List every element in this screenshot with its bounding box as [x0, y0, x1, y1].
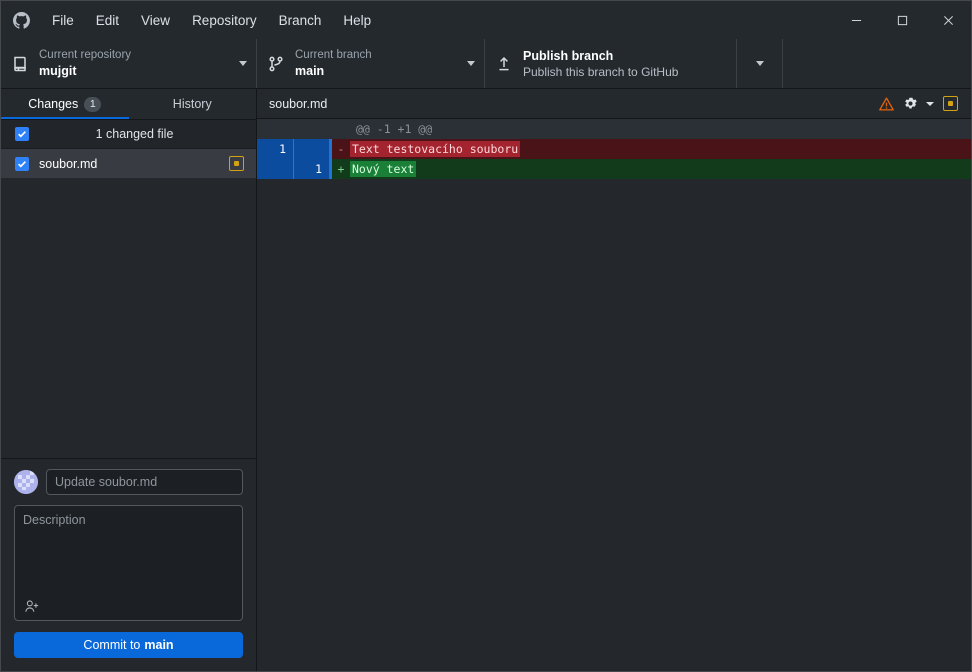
diff-modified-status-icon[interactable]	[939, 93, 961, 115]
commit-button-branch: main	[144, 638, 174, 652]
title-bar: File Edit View Repository Branch Help	[1, 1, 971, 39]
diff-new-line-number: 1	[293, 159, 329, 179]
tab-history[interactable]: History	[128, 89, 256, 120]
diff-line-sign: -	[337, 142, 345, 156]
close-button[interactable]	[925, 1, 971, 39]
diff-deleted-text: Text testovacího souboru	[350, 141, 521, 157]
git-branch-icon	[257, 56, 295, 72]
current-branch-value: main	[295, 64, 325, 78]
github-desktop-window: File Edit View Repository Branch Help Cu…	[0, 0, 972, 672]
maximize-button[interactable]	[879, 1, 925, 39]
commit-area: Commit to main	[1, 458, 256, 671]
diff-settings-chevron-down-icon[interactable]	[923, 101, 937, 106]
diff-line-content: Nový text	[350, 159, 971, 179]
menu-bar: File Edit View Repository Branch Help	[41, 1, 382, 39]
upload-icon	[485, 56, 523, 72]
repo-icon	[1, 56, 39, 72]
current-repository-label: Current repository	[39, 49, 132, 61]
changed-files-header: 1 changed file	[1, 120, 256, 149]
publish-branch-button[interactable]: Publish branch Publish this branch to Gi…	[485, 39, 737, 88]
current-repository-button[interactable]: Current repository mujgit	[1, 39, 257, 88]
diff-old-line-number	[257, 119, 293, 139]
diff-addition-row[interactable]: 1 + Nový text	[257, 159, 971, 179]
warning-triangle-icon[interactable]	[875, 93, 897, 115]
file-name: soubor.md	[39, 156, 98, 171]
diff-old-line-number	[257, 159, 293, 179]
window-controls	[833, 1, 971, 39]
chevron-down-icon	[458, 61, 484, 66]
add-coauthor-icon[interactable]	[22, 597, 42, 615]
menu-help[interactable]: Help	[332, 1, 382, 39]
changed-file-list: soubor.md	[1, 149, 256, 458]
tab-changes-badge: 1	[84, 96, 102, 112]
current-branch-text: Current branch main	[295, 48, 458, 79]
menu-file[interactable]: File	[41, 1, 85, 39]
avatar	[14, 470, 38, 494]
diff-actions	[875, 93, 971, 115]
modified-status-icon	[229, 156, 244, 171]
current-branch-button[interactable]: Current branch main	[257, 39, 485, 88]
diff-hunk-label: @@ -1 +1 @@	[356, 122, 433, 136]
diff-hunk-header-row: @@ -1 +1 @@	[257, 119, 971, 139]
diff-old-line-number: 1	[257, 139, 293, 159]
diff-line-sign	[332, 119, 350, 139]
diff-added-text: Nový text	[350, 161, 417, 177]
changes-sidebar: Changes 1 History 1 changed file soubor.…	[1, 89, 257, 671]
diff-file-name: soubor.md	[269, 96, 328, 111]
main-toolbar: Current repository mujgit Current branch…	[1, 39, 971, 89]
select-all-checkbox[interactable]	[15, 127, 29, 141]
tab-changes[interactable]: Changes 1	[1, 89, 129, 120]
minimize-button[interactable]	[833, 1, 879, 39]
diff-hunk-text: @@ -1 +1 @@	[350, 119, 971, 139]
current-repository-text: Current repository mujgit	[39, 48, 230, 79]
chevron-down-icon	[230, 61, 256, 66]
diff-line-content: Text testovacího souboru	[350, 139, 971, 159]
commit-description-wrapper	[14, 505, 243, 621]
tab-changes-label: Changes	[28, 97, 79, 111]
menu-edit[interactable]: Edit	[85, 1, 130, 39]
diff-line-sign: +	[337, 162, 345, 176]
diff-header: soubor.md	[257, 89, 971, 119]
file-include-checkbox[interactable]	[15, 156, 29, 171]
commit-summary-input[interactable]	[46, 469, 243, 495]
diff-new-line-number	[293, 119, 329, 139]
diff-new-line-number	[293, 139, 329, 159]
menu-view[interactable]: View	[130, 1, 181, 39]
menu-branch[interactable]: Branch	[268, 1, 333, 39]
changed-files-count: 1 changed file	[95, 127, 174, 141]
menu-repository[interactable]: Repository	[181, 1, 268, 39]
diff-body[interactable]: @@ -1 +1 @@ 1 - Text testovacího souboru…	[257, 119, 971, 671]
publish-branch-subtitle: Publish this branch to GitHub	[523, 64, 679, 79]
chevron-down-icon	[755, 61, 764, 66]
commit-summary-row	[14, 469, 243, 495]
publish-branch-dropdown-button[interactable]	[737, 39, 783, 88]
publish-branch-text: Publish branch Publish this branch to Gi…	[523, 48, 736, 80]
github-mark-icon	[1, 11, 41, 29]
diff-deletion-row[interactable]: 1 - Text testovacího souboru	[257, 139, 971, 159]
sidebar-tabs: Changes 1 History	[1, 89, 256, 120]
current-repository-value: mujgit	[39, 64, 77, 78]
publish-branch-title: Publish branch	[523, 48, 614, 63]
main-body: Changes 1 History 1 changed file soubor.…	[1, 89, 971, 671]
commit-button[interactable]: Commit to main	[14, 632, 243, 658]
current-branch-label: Current branch	[295, 49, 372, 61]
commit-button-prefix: Commit to	[83, 638, 141, 652]
commit-description-input[interactable]	[15, 506, 242, 620]
list-item[interactable]: soubor.md	[1, 149, 256, 178]
diff-pane: soubor.md @@ -1 +1 @@ 1 - Text testovací…	[257, 89, 971, 671]
gear-icon[interactable]	[899, 93, 921, 115]
tab-history-label: History	[172, 97, 212, 111]
